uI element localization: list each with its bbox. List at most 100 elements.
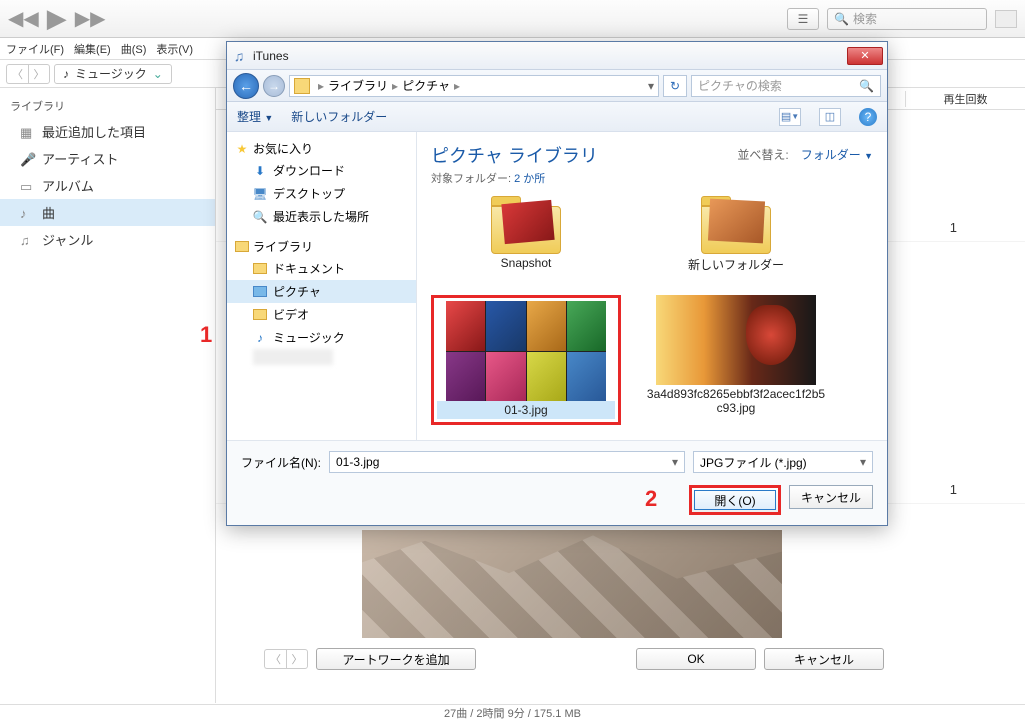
menu-song[interactable]: 曲(S) [121, 41, 147, 57]
filename-label: ファイル名(N): [241, 454, 321, 471]
play-icon[interactable]: ▶ [47, 3, 67, 34]
sidebar-item-desktop[interactable]: 🖥 デスクトップ [227, 182, 416, 205]
library-selector[interactable]: ♪ ミュージック ⌄ [54, 64, 172, 84]
ok-button[interactable]: OK [636, 648, 756, 670]
dialog-search-input[interactable]: ピクチャの検索 🔍 [691, 75, 881, 97]
folder-icon [294, 78, 310, 94]
search-input[interactable]: 🔍 検索 [827, 8, 987, 30]
song-icon: ♪ [20, 206, 34, 220]
sidebar-item-music[interactable]: ♪ミュージック [227, 326, 416, 349]
preview-pane-button[interactable]: ◫ [819, 108, 841, 126]
download-icon: ⬇ [253, 164, 267, 178]
chevron-right-icon: ▸ [392, 79, 398, 93]
sidebar-item-label: ドキュメント [273, 260, 345, 277]
close-button[interactable]: ✕ [847, 47, 883, 65]
sidebar-item-label: ビデオ [273, 306, 309, 323]
breadcrumb-item[interactable]: ライブラリ [328, 77, 388, 94]
sort-control[interactable]: 並べ替え: フォルダー ▼ [737, 146, 873, 163]
column-header-plays[interactable]: 再生回数 [905, 91, 1025, 107]
sidebar-group-favorites[interactable]: ★ お気に入り [227, 138, 416, 159]
filename-input[interactable]: 01-3.jpg▾ [329, 451, 685, 473]
chevron-down-icon: ▼ [264, 113, 273, 123]
sidebar-item-songs[interactable]: ♪曲 [0, 199, 215, 226]
desktop-icon: 🖥 [253, 187, 267, 201]
list-view-button[interactable]: ☰ [787, 8, 819, 30]
itunes-sidebar: ライブラリ ▦最近追加した項目 🎤アーティスト ▭アルバム ♪曲 ♫ジャンル [0, 88, 216, 703]
sidebar-group-libraries[interactable]: ライブラリ [227, 236, 416, 257]
window-minimize-button[interactable] [995, 10, 1017, 28]
search-icon: 🔍 [834, 12, 849, 26]
file-label: 3a4d893fc8265ebbf3f2acec1f2b5c93.jpg [641, 385, 831, 417]
sidebar-item-genres[interactable]: ♫ジャンル [0, 226, 215, 253]
nav-forward-button[interactable]: → [263, 75, 285, 97]
open-button-label: 開く(O) [694, 490, 776, 510]
chevron-down-icon[interactable]: ▾ [648, 79, 654, 93]
folder-icon [253, 309, 267, 320]
annotation-callout-1: 1 [200, 322, 212, 348]
artwork-panel: 〈 〉 アートワークを追加 OK キャンセル [264, 530, 884, 670]
nav-back-button[interactable]: 〈 [6, 64, 28, 84]
chevron-down-icon[interactable]: ▾ [672, 455, 678, 469]
refresh-button[interactable]: ↻ [663, 75, 687, 97]
sidebar-item-artists[interactable]: 🎤 アーティスト [0, 145, 215, 172]
file-label: Snapshot [431, 254, 621, 272]
sidebar-item-label: デスクトップ [273, 185, 345, 202]
file-label: 01-3.jpg [437, 401, 615, 419]
cancel-button[interactable]: キャンセル [764, 648, 884, 670]
chevron-down-icon: ▼ [864, 151, 873, 161]
sidebar-item-documents[interactable]: ドキュメント [227, 257, 416, 280]
itunes-toolbar: ◀◀ ▶ ▶▶ ☰ 🔍 検索 [0, 0, 1025, 38]
sidebar-item-albums[interactable]: ▭ アルバム [0, 172, 215, 199]
sidebar-item-label: 最近追加した項目 [42, 122, 146, 141]
organize-menu[interactable]: 整理 ▼ [237, 108, 273, 125]
subfolder-link[interactable]: 2 か所 [514, 173, 545, 185]
new-folder-button[interactable]: 新しいフォルダー [291, 108, 387, 125]
sidebar-item-label: ダウンロード [273, 162, 345, 179]
annotation-callout-2: 2 [645, 486, 657, 512]
breadcrumb[interactable]: ▸ ライブラリ ▸ ピクチャ ▸ ▾ [289, 75, 659, 97]
mic-icon: 🎤 [20, 152, 34, 166]
file-item-image[interactable]: 3a4d893fc8265ebbf3f2acec1f2b5c93.jpg [641, 295, 831, 425]
sidebar-item-downloads[interactable]: ⬇ ダウンロード [227, 159, 416, 182]
help-button[interactable]: ? [859, 108, 877, 126]
artwork-preview [362, 530, 782, 638]
star-icon: ★ [235, 142, 249, 156]
sidebar-item-label: アルバム [42, 176, 94, 195]
add-artwork-button[interactable]: アートワークを追加 [316, 648, 476, 670]
sidebar-group-label: お気に入り [253, 140, 313, 157]
sidebar-item-videos[interactable]: ビデオ [227, 303, 416, 326]
file-item-folder[interactable]: 新しいフォルダー [641, 194, 831, 275]
album-icon: ▭ [20, 179, 34, 193]
image-thumbnail [656, 295, 816, 385]
file-item-image[interactable]: 01-3.jpg [431, 295, 621, 425]
filetype-filter[interactable]: JPGファイル (*.jpg)▾ [693, 451, 873, 473]
open-button[interactable]: 開く(O) [689, 485, 781, 515]
menu-edit[interactable]: 編集(E) [74, 41, 111, 57]
sidebar-item-label: アーティスト [42, 149, 118, 168]
folder-icon [253, 263, 267, 274]
artwork-next-button[interactable]: 〉 [286, 649, 308, 669]
cancel-button[interactable]: キャンセル [789, 485, 873, 509]
prev-track-icon[interactable]: ◀◀ [8, 6, 39, 31]
sidebar-item-label: ジャンル [42, 230, 93, 249]
sidebar-item-pictures[interactable]: ピクチャ [227, 280, 416, 303]
view-mode-button[interactable]: ▤ ▼ [779, 108, 801, 126]
next-track-icon[interactable]: ▶▶ [75, 6, 106, 31]
nav-forward-button[interactable]: 〉 [28, 64, 50, 84]
chevron-right-icon: ▸ [318, 79, 324, 93]
nav-back-button[interactable]: ← [233, 73, 259, 99]
sidebar-item-recent[interactable]: 🔍最近表示した場所 [227, 205, 416, 228]
library-selector-label: ミュージック [75, 65, 147, 82]
dialog-toolbar: 整理 ▼ 新しいフォルダー ▤ ▼ ◫ ? [227, 102, 887, 132]
artwork-prev-button[interactable]: 〈 [264, 649, 286, 669]
breadcrumb-item[interactable]: ピクチャ [402, 77, 450, 94]
dialog-content: ピクチャ ライブラリ 対象フォルダー: 2 か所 並べ替え: フォルダー ▼ S… [417, 132, 887, 440]
chevron-down-icon: ⌄ [153, 67, 163, 81]
menu-file[interactable]: ファイル(F) [6, 41, 64, 57]
file-item-folder[interactable]: Snapshot [431, 194, 621, 275]
menu-view[interactable]: 表示(V) [156, 41, 193, 57]
file-open-dialog: ♫ iTunes ✕ ← → ▸ ライブラリ ▸ ピクチャ ▸ ▾ ↻ ピクチャ… [226, 41, 888, 526]
folder-icon [253, 286, 267, 297]
sidebar-item-recent[interactable]: ▦最近追加した項目 [0, 118, 215, 145]
file-label: 新しいフォルダー [641, 254, 831, 275]
